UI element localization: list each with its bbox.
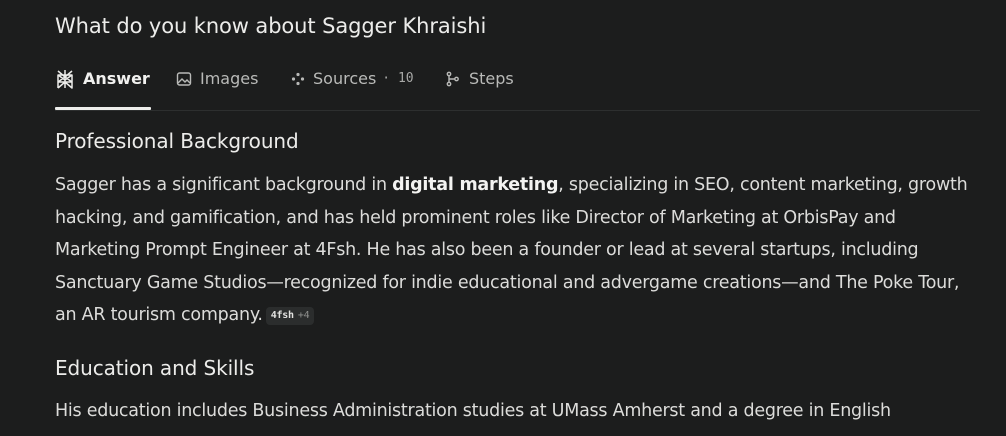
- tab-images-label: Images: [200, 69, 259, 88]
- query-title: What do you know about Sagger Khraishi: [55, 14, 487, 38]
- sources-icon: [291, 72, 305, 86]
- active-tab-indicator: [55, 107, 151, 110]
- tab-images[interactable]: Images: [176, 62, 258, 95]
- paragraph-text: , specializing in SEO, content marketing…: [55, 175, 968, 325]
- tab-steps[interactable]: Steps: [445, 62, 514, 95]
- perplexity-logo-icon: [55, 69, 75, 89]
- education-paragraph: His education includes Business Administ…: [55, 401, 891, 421]
- bold-phrase: digital marketing: [392, 175, 559, 195]
- tab-sources[interactable]: Sources · 10: [291, 62, 414, 95]
- tab-answer[interactable]: Answer: [55, 62, 150, 95]
- tab-steps-label: Steps: [469, 69, 514, 88]
- section-heading-education-and-skills: Education and Skills: [55, 356, 255, 380]
- paragraph-text: Sagger has a significant background in: [55, 175, 393, 195]
- steps-icon: [445, 71, 461, 87]
- sources-count: · 10: [382, 71, 414, 86]
- section-heading-professional-background: Professional Background: [55, 129, 299, 153]
- professional-background-paragraph: Sagger has a significant background in d…: [55, 169, 980, 332]
- result-tabs: Answer Images Sources · 10 Steps: [55, 62, 980, 111]
- citation-source: 4fsh: [270, 310, 294, 321]
- citation-more-count: +4: [297, 310, 310, 321]
- image-icon: [176, 71, 192, 87]
- tab-sources-label: Sources: [313, 69, 377, 88]
- citation-badge[interactable]: 4fsh +4: [265, 307, 315, 326]
- tab-answer-label: Answer: [83, 69, 150, 88]
